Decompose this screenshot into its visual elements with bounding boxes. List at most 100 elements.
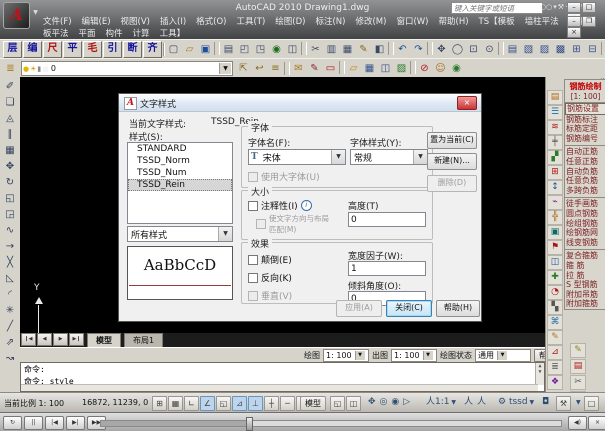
- trim-icon[interactable]: ∿: [3, 223, 18, 238]
- info-icon[interactable]: i: [301, 200, 312, 211]
- font-name-combo[interactable]: T 宋体 ▼: [248, 149, 346, 165]
- tab-prev-button[interactable]: ◀: [37, 333, 52, 346]
- combo-arrow-icon[interactable]: ▼: [331, 150, 345, 164]
- tssd-dim-char-button[interactable]: 尺: [43, 41, 62, 58]
- rebar-menu-item[interactable]: 钢筋编号: [565, 134, 605, 144]
- layout-icon[interactable]: ◫: [285, 42, 300, 57]
- tssd-break-char-button[interactable]: 断: [123, 41, 142, 58]
- doc-minimize-button[interactable]: –: [567, 16, 581, 27]
- tssd-align-char-button[interactable]: 齐: [143, 41, 162, 58]
- set-current-button[interactable]: 置为当前(C): [427, 132, 477, 149]
- tssd-draw-tool-icon[interactable]: ✎: [570, 343, 586, 358]
- columns-icon[interactable]: ◫: [378, 61, 393, 76]
- tab-last-button[interactable]: ▶❙: [69, 333, 84, 346]
- menu-item[interactable]: 平面: [74, 26, 101, 40]
- next-button[interactable]: ▶|: [66, 416, 85, 430]
- help-button[interactable]: 帮助(H): [436, 300, 480, 317]
- undo-icon[interactable]: ↶: [395, 42, 410, 57]
- publish-icon[interactable]: ◳: [253, 42, 268, 57]
- workspace-switch-button[interactable]: ⚙ tssd ▼: [496, 396, 536, 409]
- render-icon[interactable]: ◉: [449, 61, 464, 76]
- rebar-menu-item[interactable]: S 型钢筋: [565, 280, 605, 290]
- checkbox-box[interactable]: [248, 201, 258, 211]
- rebar-menu-item[interactable]: 附加箍筋: [565, 299, 605, 309]
- annotation-autoscale-icon[interactable]: 人: [475, 396, 488, 409]
- close-dialog-button[interactable]: 关闭(C): [386, 300, 432, 317]
- annotation-visibility-icon[interactable]: 人: [462, 396, 475, 409]
- combo-arrow-icon[interactable]: ▼: [218, 227, 232, 241]
- osnap-toggle[interactable]: ◱: [216, 396, 231, 411]
- paste-icon[interactable]: ▦: [340, 42, 355, 57]
- dyn-toggle[interactable]: ┼: [264, 396, 279, 411]
- player-progress-thumb[interactable]: [246, 417, 253, 431]
- group-rebar-icon[interactable]: ◫: [547, 255, 563, 270]
- minimize-button[interactable]: –: [567, 2, 581, 13]
- auto-positive-rebar-icon[interactable]: ▞: [547, 150, 563, 165]
- rebar-settings-icon[interactable]: ▤: [547, 90, 563, 105]
- rebar-annotate-icon[interactable]: ☰: [547, 105, 563, 120]
- stretch-icon[interactable]: ◲: [3, 207, 18, 222]
- rebar-menu-item[interactable]: [565, 143, 605, 146]
- markup-icon[interactable]: ⊞: [569, 42, 584, 57]
- command-hscrollbar[interactable]: [21, 384, 538, 391]
- tab-first-button[interactable]: ❙◀: [21, 333, 36, 346]
- prev-button[interactable]: |◀: [45, 416, 64, 430]
- rebar-menu-item[interactable]: 附加吊筋: [565, 290, 605, 300]
- menu-item[interactable]: 工具】: [155, 26, 191, 40]
- steering-wheel-icon[interactable]: ◉: [389, 396, 401, 409]
- tssd-layer-char-button[interactable]: 层: [3, 41, 22, 58]
- player-progress-track[interactable]: [100, 420, 562, 427]
- plot-icon[interactable]: ▤: [221, 42, 236, 57]
- menu-item[interactable]: 格式(O): [191, 14, 231, 28]
- s-rebar-icon[interactable]: ⊿: [547, 345, 563, 360]
- menu-item[interactable]: 板平法: [38, 26, 74, 40]
- line-icon[interactable]: ╱: [3, 319, 18, 334]
- style-filter-combo[interactable]: 所有样式▼: [127, 226, 233, 242]
- model-space-button[interactable]: 模型: [300, 396, 326, 411]
- rebar-menu-item[interactable]: 绘组钢筋: [565, 219, 605, 229]
- pan-icon[interactable]: ✥: [434, 42, 449, 57]
- zoom-status-icon[interactable]: ◎: [378, 396, 390, 409]
- freehand-rebar-icon[interactable]: ▣: [547, 225, 563, 240]
- rebar-menu-item[interactable]: 拉 筋: [565, 271, 605, 281]
- menu-item[interactable]: 绘图(D): [270, 14, 310, 28]
- multi-span-rebar-icon[interactable]: ╬: [547, 210, 563, 225]
- dot-rebar-icon[interactable]: ⚑: [547, 240, 563, 255]
- etransmit-icon[interactable]: ✉: [291, 61, 306, 76]
- any-negative-rebar-icon[interactable]: ⌁: [547, 195, 563, 210]
- clean-screen-icon[interactable]: □: [584, 396, 599, 411]
- match-properties-icon[interactable]: ✎: [356, 42, 371, 57]
- height-input[interactable]: [348, 212, 426, 227]
- draw-scale-combo[interactable]: 1: 100▼: [323, 349, 369, 362]
- zoom-window-icon[interactable]: ⊡: [466, 42, 481, 57]
- lwt-toggle[interactable]: ─: [280, 396, 295, 411]
- backwards-checkbox[interactable]: 反向(K): [248, 271, 292, 284]
- layout-tab[interactable]: 模型: [87, 333, 121, 347]
- restore-button[interactable]: □: [582, 2, 596, 13]
- layout-tab[interactable]: 布局1: [124, 333, 163, 347]
- tssd-edit-char-button[interactable]: 编: [23, 41, 42, 58]
- zoom-previous-icon[interactable]: ⊙: [482, 42, 497, 57]
- command-line[interactable]: 命令: 命令: style ▲▼: [20, 362, 545, 392]
- speaker-icon[interactable]: ◀): [568, 416, 587, 430]
- fillet-icon[interactable]: ◜: [3, 287, 18, 302]
- rebar-number-icon[interactable]: ╪: [547, 135, 563, 150]
- menu-item[interactable]: 构件: [101, 26, 128, 40]
- chamfer-icon[interactable]: ◺: [3, 271, 18, 286]
- rebar-menu-item[interactable]: 任意负筋: [565, 176, 605, 186]
- tie-bar-icon[interactable]: ✎: [547, 330, 563, 345]
- tssd-table-tool-icon[interactable]: ▤: [570, 359, 586, 374]
- combo-arrow-icon[interactable]: ▼: [423, 351, 433, 360]
- search-dropdown-icon[interactable]: ▾: [553, 2, 557, 13]
- rebar-mesh-icon[interactable]: ✚: [547, 270, 563, 285]
- any-positive-rebar-icon[interactable]: ⊞: [547, 165, 563, 180]
- offset-icon[interactable]: ∥: [3, 127, 18, 142]
- combo-arrow-icon[interactable]: ▼: [413, 150, 427, 164]
- replay-button[interactable]: ↻: [3, 416, 22, 430]
- annotation-scale-button[interactable]: 人1:1 ▼: [424, 396, 458, 409]
- table-icon[interactable]: ▦: [362, 61, 377, 76]
- menu-item[interactable]: 标注(N): [310, 14, 350, 28]
- user-icon[interactable]: ☺: [433, 61, 448, 76]
- coordinates-readout[interactable]: 16872, 11239, 0: [82, 398, 148, 407]
- move-icon[interactable]: ✥: [3, 159, 18, 174]
